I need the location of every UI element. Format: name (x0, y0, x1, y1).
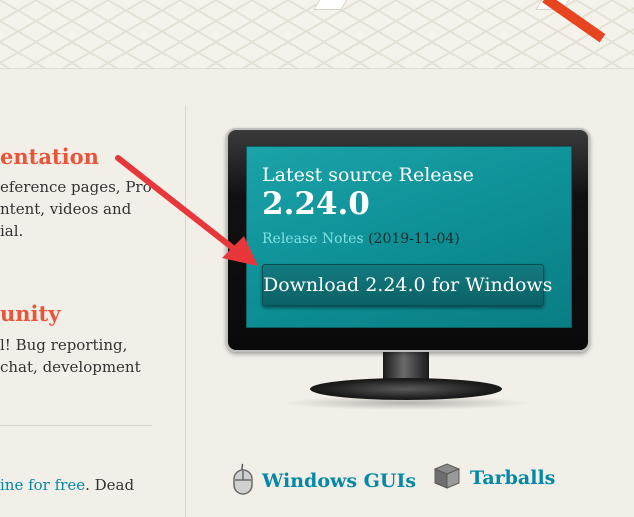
left-column: entation eference pages, Pro ntent, vide… (0, 68, 185, 517)
box-icon (432, 463, 462, 493)
decorative-cube (313, 0, 351, 10)
book-text: . Dead (85, 476, 135, 494)
release-date: (2019-11-04) (368, 231, 460, 247)
latest-release-label: Latest source Release (262, 164, 474, 186)
section-divider (0, 425, 152, 426)
tarballs-label[interactable]: Tarballs (470, 467, 555, 489)
mouse-icon (232, 463, 254, 499)
column-divider (185, 105, 186, 517)
release-notes-row: Release Notes (2019-11-04) (262, 231, 460, 247)
book-read-online-link[interactable]: ine for free (0, 476, 85, 494)
documentation-line: eference pages, Pro (0, 178, 152, 196)
book-description: ine for free. Dead (0, 474, 134, 496)
community-heading[interactable]: unity (0, 301, 60, 326)
release-version: 2.24.0 (262, 186, 370, 222)
community-line: chat, development (0, 358, 141, 376)
documentation-line: ial. (0, 222, 24, 240)
header-banner (0, 0, 634, 69)
download-windows-button[interactable]: Download 2.24.0 for Windows (262, 264, 552, 306)
tarballs-link[interactable]: Tarballs (432, 463, 555, 493)
documentation-line: ntent, videos and (0, 200, 132, 218)
documentation-description: eference pages, Pro ntent, videos and ia… (0, 176, 152, 242)
decorative-stripe (542, 0, 606, 43)
monitor-stand (310, 378, 502, 400)
windows-guis-label[interactable]: Windows GUIs (262, 470, 416, 492)
release-notes-link[interactable]: Release Notes (262, 231, 364, 247)
community-line: l! Bug reporting, (0, 336, 128, 354)
windows-guis-link[interactable]: Windows GUIs (232, 463, 416, 499)
community-description: l! Bug reporting, chat, development (0, 334, 141, 378)
documentation-heading[interactable]: entation (0, 144, 99, 169)
